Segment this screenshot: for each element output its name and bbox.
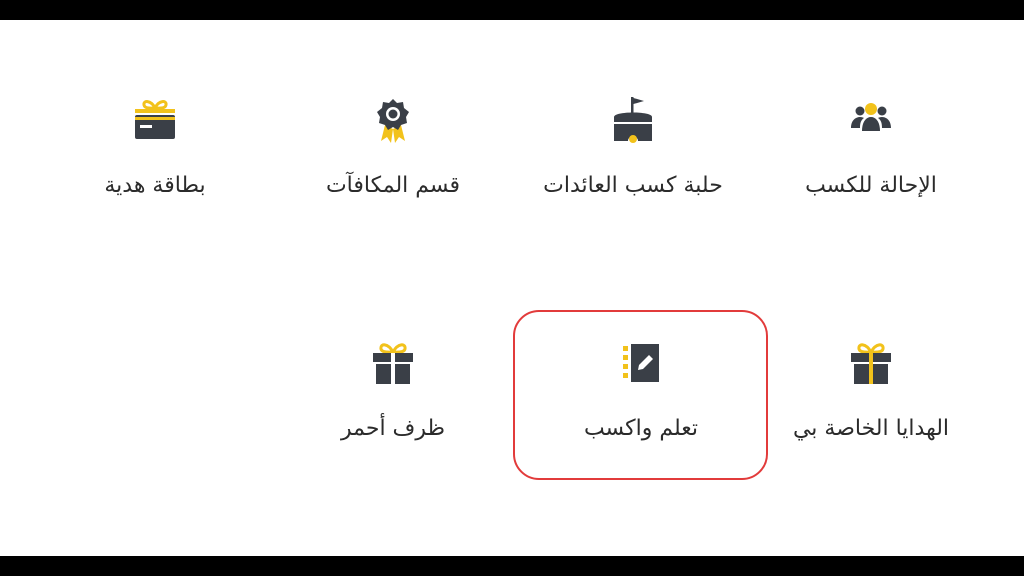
red-envelope-gift-icon <box>367 338 419 390</box>
gift-box-icon <box>845 338 897 390</box>
red-envelope-label: ظرف أحمر <box>340 416 446 441</box>
my-gifts-label: الهدايا الخاصة بي <box>792 416 950 441</box>
gift-card-label: بطاقة هدية <box>104 173 206 198</box>
gift-card-icon <box>129 95 181 147</box>
reward-medal-icon <box>367 95 419 147</box>
referral-users-icon <box>845 95 897 147</box>
arena-tile[interactable]: حلبة كسب العائدات <box>518 95 748 245</box>
rewards-tile[interactable]: قسم المكافآت <box>278 95 508 245</box>
arena-flag-icon <box>607 95 659 147</box>
referral-tile[interactable]: الإحالة للكسب <box>756 95 986 245</box>
my-gifts-tile[interactable]: الهدايا الخاصة بي <box>756 338 986 488</box>
gift-card-tile[interactable]: بطاقة هدية <box>40 95 270 245</box>
learn-earn-tile[interactable]: تعلم واكسب <box>526 338 756 488</box>
notebook-pencil-icon <box>615 338 667 390</box>
menu-grid-screen: الإحالة للكسب حلبة كسب العائدات قسم المك <box>0 20 1024 556</box>
learn-earn-label: تعلم واكسب <box>583 416 699 441</box>
rewards-label: قسم المكافآت <box>325 173 461 198</box>
red-envelope-tile[interactable]: ظرف أحمر <box>278 338 508 488</box>
referral-label: الإحالة للكسب <box>805 173 937 198</box>
arena-label: حلبة كسب العائدات <box>543 173 723 198</box>
